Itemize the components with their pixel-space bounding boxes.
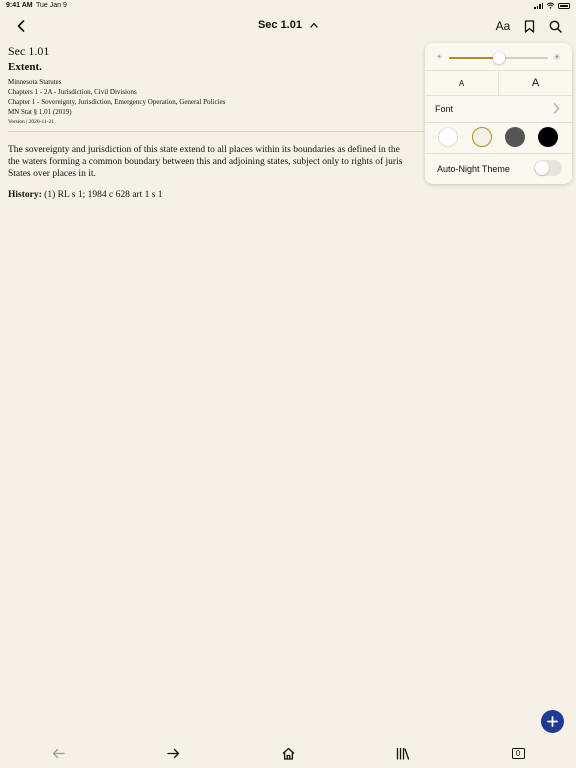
text-size-row: A A — [425, 71, 572, 96]
auto-night-toggle[interactable] — [534, 160, 562, 176]
auto-night-label: Auto-Night Theme — [437, 164, 510, 174]
history-line: History: (1) RL s 1; 1984 c 628 art 1 s … — [8, 190, 568, 200]
theme-gray-swatch[interactable] — [505, 127, 525, 147]
add-button[interactable] — [541, 710, 564, 733]
bookmark-button[interactable] — [520, 16, 538, 36]
display-settings-popover: ☀ ☀ A A Font Auto-Night Theme — [425, 43, 572, 184]
battery-icon — [558, 2, 570, 9]
search-button[interactable] — [546, 16, 564, 36]
cellular-signal-icon — [534, 2, 543, 9]
large-a-label: A — [531, 77, 540, 89]
small-a-label: A — [458, 78, 465, 88]
history-label: History: — [8, 190, 42, 200]
brightness-slider-thumb[interactable] — [492, 52, 505, 64]
status-time: 9:41 AM — [6, 2, 33, 9]
toggle-knob — [535, 161, 549, 175]
arrow-left-icon — [52, 748, 65, 758]
theme-sepia-swatch[interactable] — [472, 127, 492, 147]
brightness-slider[interactable] — [449, 52, 548, 64]
library-button[interactable] — [392, 744, 414, 762]
tab-count: 0 — [511, 747, 525, 759]
brightness-fill — [449, 57, 499, 59]
home-icon — [282, 747, 294, 760]
chevron-right-icon — [553, 103, 560, 114]
search-icon — [549, 20, 562, 33]
nav-bar: Sec 1.01 Aa — [0, 14, 576, 38]
section-body: The sovereignty and jurisdiction of this… — [8, 145, 403, 179]
nav-title: Sec 1.01 — [257, 19, 302, 31]
next-section-button[interactable] — [162, 744, 184, 762]
history-text: (1) RL s 1; 1984 c 628 art 1 s 1 — [41, 190, 163, 200]
tabs-button[interactable]: 0 — [507, 744, 529, 762]
home-button[interactable] — [277, 744, 299, 762]
theme-black-swatch[interactable] — [538, 127, 558, 147]
status-icons — [534, 2, 570, 9]
font-row[interactable]: Font — [425, 96, 572, 123]
text-settings-button[interactable]: Aa — [494, 16, 512, 36]
wifi-icon — [546, 2, 555, 9]
bookmark-icon — [524, 19, 534, 33]
brightness-high-icon: ☀ — [552, 52, 561, 62]
font-size-icon: Aa — [495, 19, 511, 33]
bottom-toolbar: 0 — [0, 740, 576, 768]
arrow-right-icon — [166, 748, 179, 758]
plus-icon — [547, 716, 558, 727]
brightness-low-icon: ☀ — [436, 54, 443, 61]
status-date: Tue Jan 9 — [36, 2, 67, 9]
brightness-row: ☀ ☀ — [425, 43, 572, 71]
status-bar: 9:41 AM Tue Jan 9 — [0, 0, 576, 12]
theme-white-swatch[interactable] — [438, 127, 458, 147]
library-icon — [396, 747, 410, 760]
auto-night-row: Auto-Night Theme — [425, 154, 572, 184]
theme-row — [425, 123, 572, 154]
chevron-up-icon — [310, 22, 318, 28]
nav-actions: Aa — [494, 16, 564, 36]
increase-text-size-button[interactable]: A — [499, 71, 572, 95]
previous-section-button[interactable] — [47, 744, 69, 762]
decrease-text-size-button[interactable]: A — [425, 71, 499, 95]
font-label: Font — [435, 104, 454, 114]
section-title-button[interactable]: Sec 1.01 — [0, 19, 576, 31]
divider — [8, 131, 424, 132]
